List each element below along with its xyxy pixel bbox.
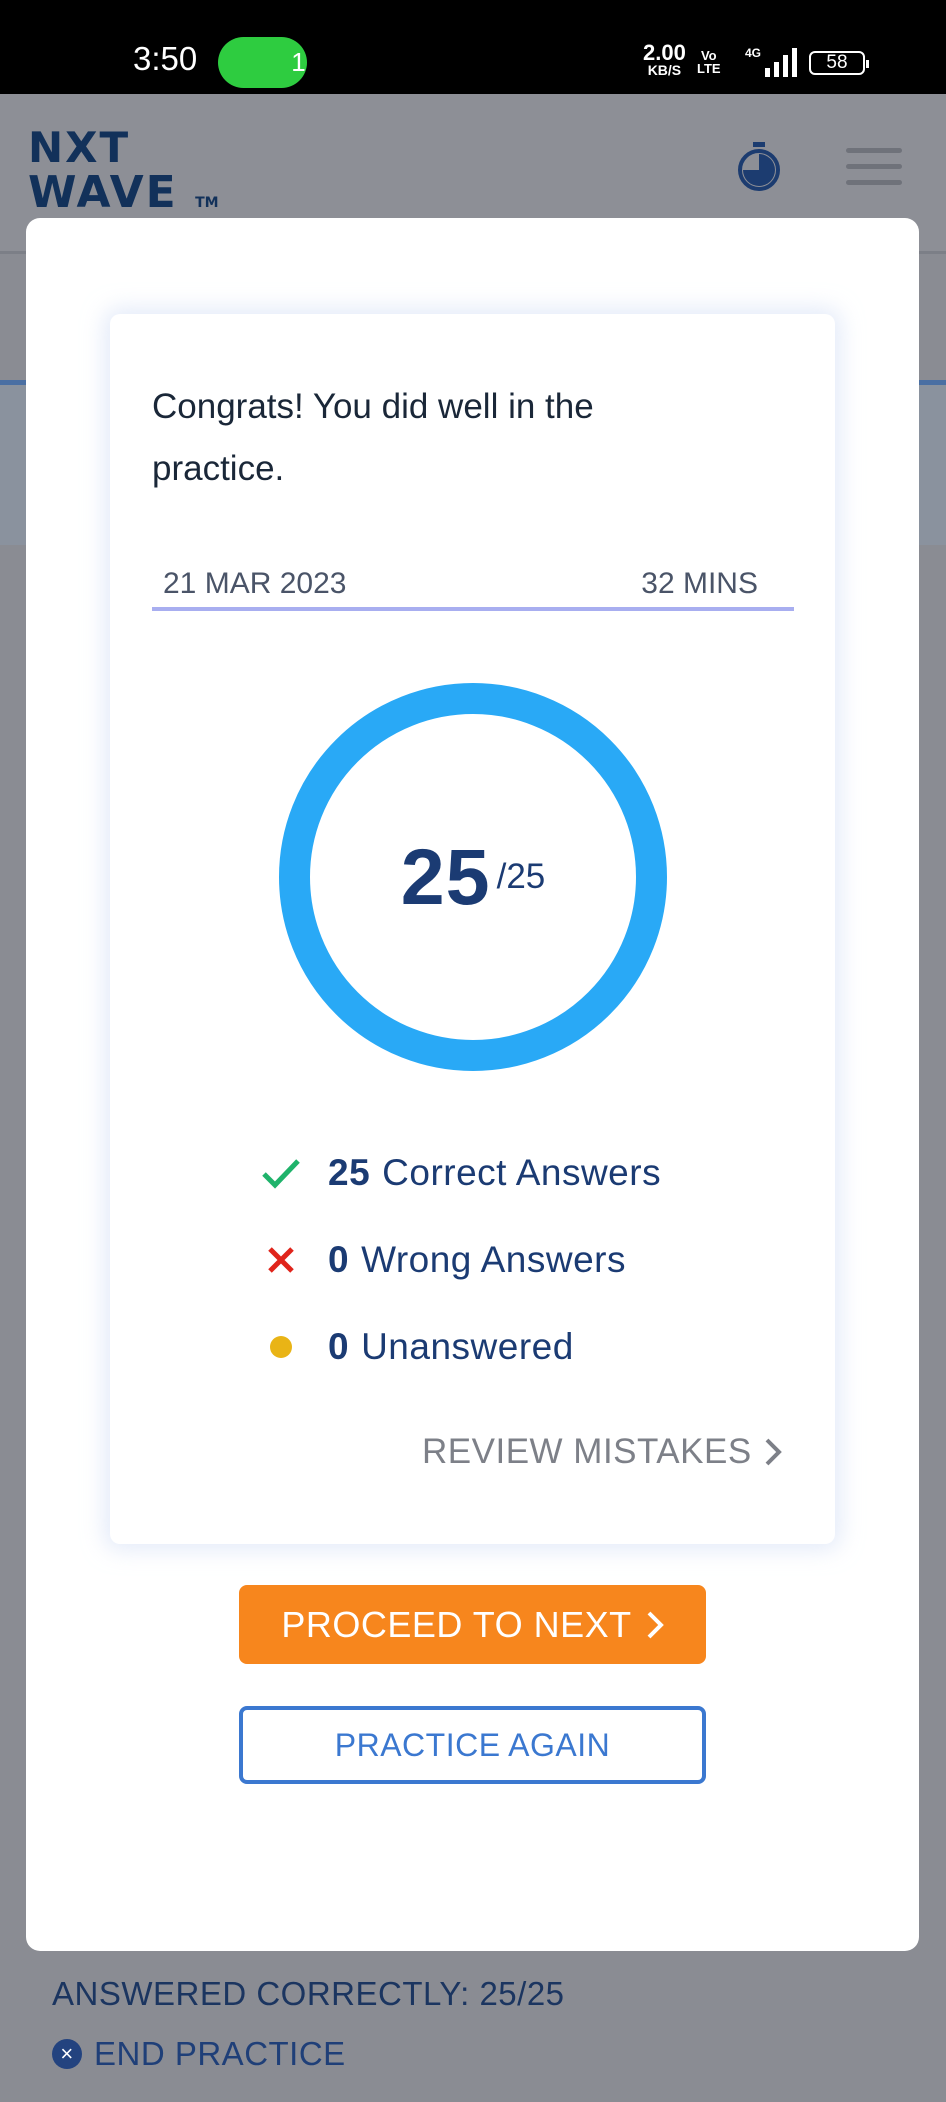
- cross-icon: [256, 1240, 306, 1280]
- stat-wrong: 0 Wrong Answers: [256, 1216, 661, 1303]
- close-circle-icon: ×: [52, 2039, 82, 2069]
- status-bar: 3:50 1 2.00 KB/S Vo LTE 4G 58: [0, 0, 946, 463]
- hotspot-count: 1: [291, 47, 306, 77]
- nxtwave-logo: NXT WAVE TM: [28, 123, 219, 218]
- result-card: Congrats! You did well in the practice. …: [110, 314, 835, 1544]
- chevron-right-icon: [765, 1438, 782, 1466]
- practice-footer: ANSWERED CORRECTLY: 25/25 × END PRACTICE: [0, 1951, 946, 2102]
- stopwatch-icon[interactable]: [736, 142, 782, 192]
- dot-icon: [256, 1327, 306, 1367]
- proceed-to-next-button[interactable]: PROCEED TO NEXT: [239, 1585, 706, 1664]
- check-icon: [256, 1153, 306, 1193]
- stat-correct: 25 Correct Answers: [256, 1129, 661, 1216]
- battery-icon: 58: [809, 51, 869, 75]
- signal-icon: 4G: [745, 46, 797, 77]
- hotspot-indicator[interactable]: 1: [218, 37, 451, 463]
- score-ring: 25 /25: [279, 683, 667, 1071]
- chevron-right-icon: [647, 1611, 664, 1638]
- score-obtained: 25: [400, 832, 491, 921]
- status-time: 3:50: [133, 40, 198, 77]
- score-total: /25: [496, 857, 546, 896]
- network-type: 4G: [745, 46, 761, 60]
- stat-unanswered: 0 Unanswered: [256, 1303, 661, 1390]
- answered-correctly-text: ANSWERED CORRECTLY: 25/25: [52, 1975, 565, 2012]
- practice-date: 21 MAR 2023: [163, 567, 347, 600]
- answer-stats: 25 Correct Answers 0 Wrong Answers 0 Una…: [256, 1129, 661, 1390]
- data-rate: 2.00 KB/S: [643, 40, 686, 79]
- volte-indicator: Vo LTE: [697, 48, 721, 76]
- result-modal: Congrats! You did well in the practice. …: [26, 218, 919, 1951]
- result-meta: 21 MAR 2023 32 MINS: [152, 567, 794, 611]
- score-display: 25 /25: [310, 714, 636, 1040]
- practice-again-button[interactable]: PRACTICE AGAIN: [239, 1706, 706, 1784]
- practice-duration: 32 MINS: [641, 567, 758, 600]
- end-practice-button[interactable]: × END PRACTICE: [52, 2035, 346, 2073]
- hamburger-menu-icon[interactable]: [846, 148, 902, 186]
- congrats-message: Congrats! You did well in the practice.: [152, 387, 594, 488]
- review-mistakes-link[interactable]: REVIEW MISTAKES: [422, 1432, 782, 1472]
